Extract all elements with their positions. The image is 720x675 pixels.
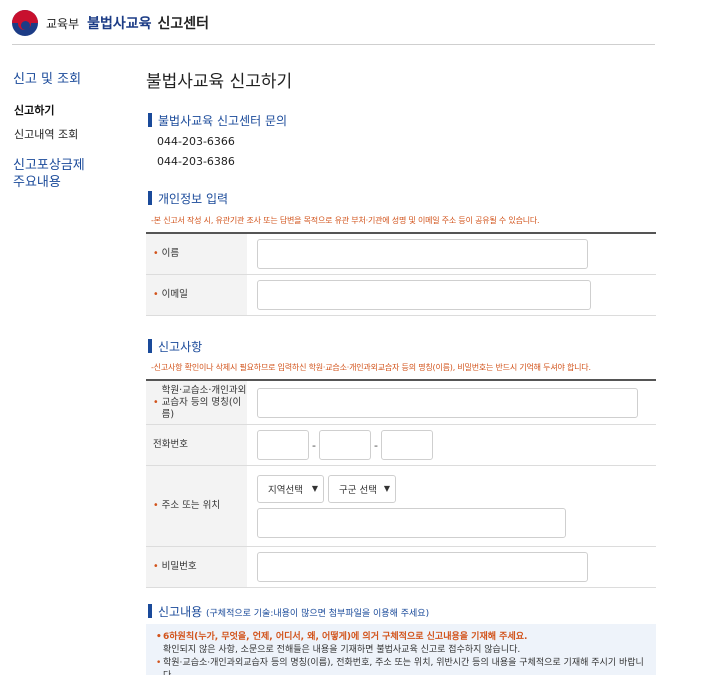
sidebar-item-history[interactable]: 신고내역 조회 — [14, 126, 78, 142]
guide-line-1-text: 6하원칙(누가, 무엇을, 언제, 어디서, 왜, 어떻게)에 의거 구체적으로… — [163, 632, 528, 642]
tel-inputs: - - — [257, 430, 656, 460]
tel-label: 전화번호 — [146, 425, 247, 465]
email-input[interactable] — [257, 280, 591, 310]
district-select-value: 구군 선택 — [339, 484, 377, 496]
guide-line-3-text: 학원·교습소·개인과외교습자 등의 명칭(이름), 전화번호, 주소 또는 위치… — [163, 658, 644, 675]
content-guide-box: • 6하원칙(누가, 무엇을, 언제, 어디서, 왜, 어떻게)에 의거 구체적… — [146, 624, 656, 675]
ministry-name: 교육부 — [46, 16, 80, 31]
header-divider — [12, 44, 655, 45]
site-title-center[interactable]: 신고센터 — [158, 13, 210, 33]
chevron-down-icon: ▼ — [383, 484, 390, 493]
password-label-text: 비밀번호 — [161, 561, 197, 572]
academy-label: • 학원·교습소·개인과외교습자 등의 명칭(이름) — [146, 381, 247, 424]
contact-phone-1: 044-203-6366 — [157, 135, 235, 148]
academy-label-text: 학원·교습소·개인과외교습자 등의 명칭(이름) — [161, 384, 247, 420]
site-title-brand[interactable]: 불법사교육 — [87, 13, 151, 33]
guide-line-3: • 학원·교습소·개인과외교습자 등의 명칭(이름), 전화번호, 주소 또는 … — [156, 657, 646, 675]
bullet: • — [156, 632, 162, 642]
content-section-title: 신고내용 (구체적으로 기술:내용이 많으면 첨부파일을 이용해 주세요) — [148, 603, 429, 620]
password-row: • 비밀번호 — [146, 547, 656, 588]
address-field-cell: 지역선택 ▼ 구군 선택 ▼ — [247, 466, 656, 546]
required-mark: • — [153, 561, 159, 572]
required-mark: • — [153, 289, 159, 300]
header: 교육부 불법사교육 신고센터 — [12, 8, 209, 38]
report-section-title: 신고사항 — [148, 338, 202, 355]
tel-input-1[interactable] — [257, 430, 309, 460]
name-row: • 이름 — [146, 234, 656, 275]
district-select[interactable]: 구군 선택 ▼ — [328, 474, 396, 503]
password-label: • 비밀번호 — [146, 547, 247, 587]
required-mark: • — [153, 248, 159, 259]
sidebar-title: 신고 및 조회 — [13, 72, 82, 87]
region-select[interactable]: 지역선택 ▼ — [257, 474, 324, 503]
academy-field-cell — [247, 381, 656, 424]
reward-line-1: 신고포상금제 — [13, 158, 85, 173]
tel-dash-1: - — [312, 438, 316, 452]
password-field-cell — [247, 547, 656, 587]
password-input[interactable] — [257, 552, 588, 582]
tel-input-3[interactable] — [381, 430, 433, 460]
guide-line-2: 확인되지 않은 사항, 소문으로 전해들은 내용을 기재하면 불법사교육 신고로… — [156, 644, 646, 657]
name-input[interactable] — [257, 239, 588, 269]
content-subtitle: (구체적으로 기술:내용이 많으면 첨부파일을 이용해 주세요) — [206, 609, 430, 619]
tel-input-2[interactable] — [319, 430, 371, 460]
taegeuk-emblem-icon[interactable] — [12, 10, 38, 36]
email-label: • 이메일 — [146, 275, 247, 315]
required-mark: • — [153, 500, 159, 511]
tel-row: 전화번호 - - — [146, 425, 656, 466]
report-notice: -신고사항 확인이나 삭제시 필요하므로 입력하신 학원·교습소·개인과외교습자… — [151, 363, 591, 372]
region-select-value: 지역선택 — [268, 484, 303, 496]
name-label: • 이름 — [146, 234, 247, 274]
sidebar-item-reward[interactable]: 신고포상금제 주요내용 — [13, 157, 103, 191]
content-title-text: 신고내용 — [158, 605, 203, 619]
personal-form-table: • 이름 • 이메일 — [146, 232, 656, 316]
email-label-text: 이메일 — [161, 289, 188, 300]
email-field-cell — [247, 275, 656, 315]
report-form-table: • 학원·교습소·개인과외교습자 등의 명칭(이름) 전화번호 - - • 주소… — [146, 379, 656, 588]
address-label-text: 주소 또는 위치 — [161, 500, 221, 511]
name-field-cell — [247, 234, 656, 274]
guide-line-2-text: 확인되지 않은 사항, 소문으로 전해들은 내용을 기재하면 불법사교육 신고로… — [163, 645, 521, 655]
address-input[interactable] — [257, 507, 566, 538]
guide-line-1: • 6하원칙(누가, 무엇을, 언제, 어디서, 왜, 어떻게)에 의거 구체적… — [156, 631, 646, 644]
email-row: • 이메일 — [146, 275, 656, 316]
academy-row: • 학원·교습소·개인과외교습자 등의 명칭(이름) — [146, 381, 656, 425]
page-title: 불법사교육 신고하기 — [146, 72, 293, 92]
name-label-text: 이름 — [161, 248, 180, 259]
bullet: • — [156, 658, 162, 668]
address-row: • 주소 또는 위치 지역선택 ▼ 구군 선택 ▼ — [146, 466, 656, 547]
contact-section-title: 불법사교육 신고센터 문의 — [148, 112, 287, 129]
chevron-down-icon: ▼ — [311, 484, 318, 493]
sidebar-item-report[interactable]: 신고하기 — [14, 102, 54, 118]
personal-section-title: 개인정보 입력 — [148, 190, 228, 207]
personal-notice: -본 신고서 작성 시, 유관기관 조사 또는 답변을 목적으로 유관 부처·기… — [151, 216, 540, 225]
address-label: • 주소 또는 위치 — [146, 466, 247, 546]
reward-line-2: 주요내용 — [13, 175, 61, 190]
tel-label-text: 전화번호 — [153, 439, 188, 450]
contact-phone-2: 044-203-6386 — [157, 155, 235, 168]
required-mark: • — [153, 396, 159, 408]
tel-field-cell: - - — [247, 425, 656, 465]
address-selects: 지역선택 ▼ 구군 선택 ▼ — [257, 474, 656, 503]
tel-dash-2: - — [374, 438, 378, 452]
academy-name-input[interactable] — [257, 387, 638, 418]
